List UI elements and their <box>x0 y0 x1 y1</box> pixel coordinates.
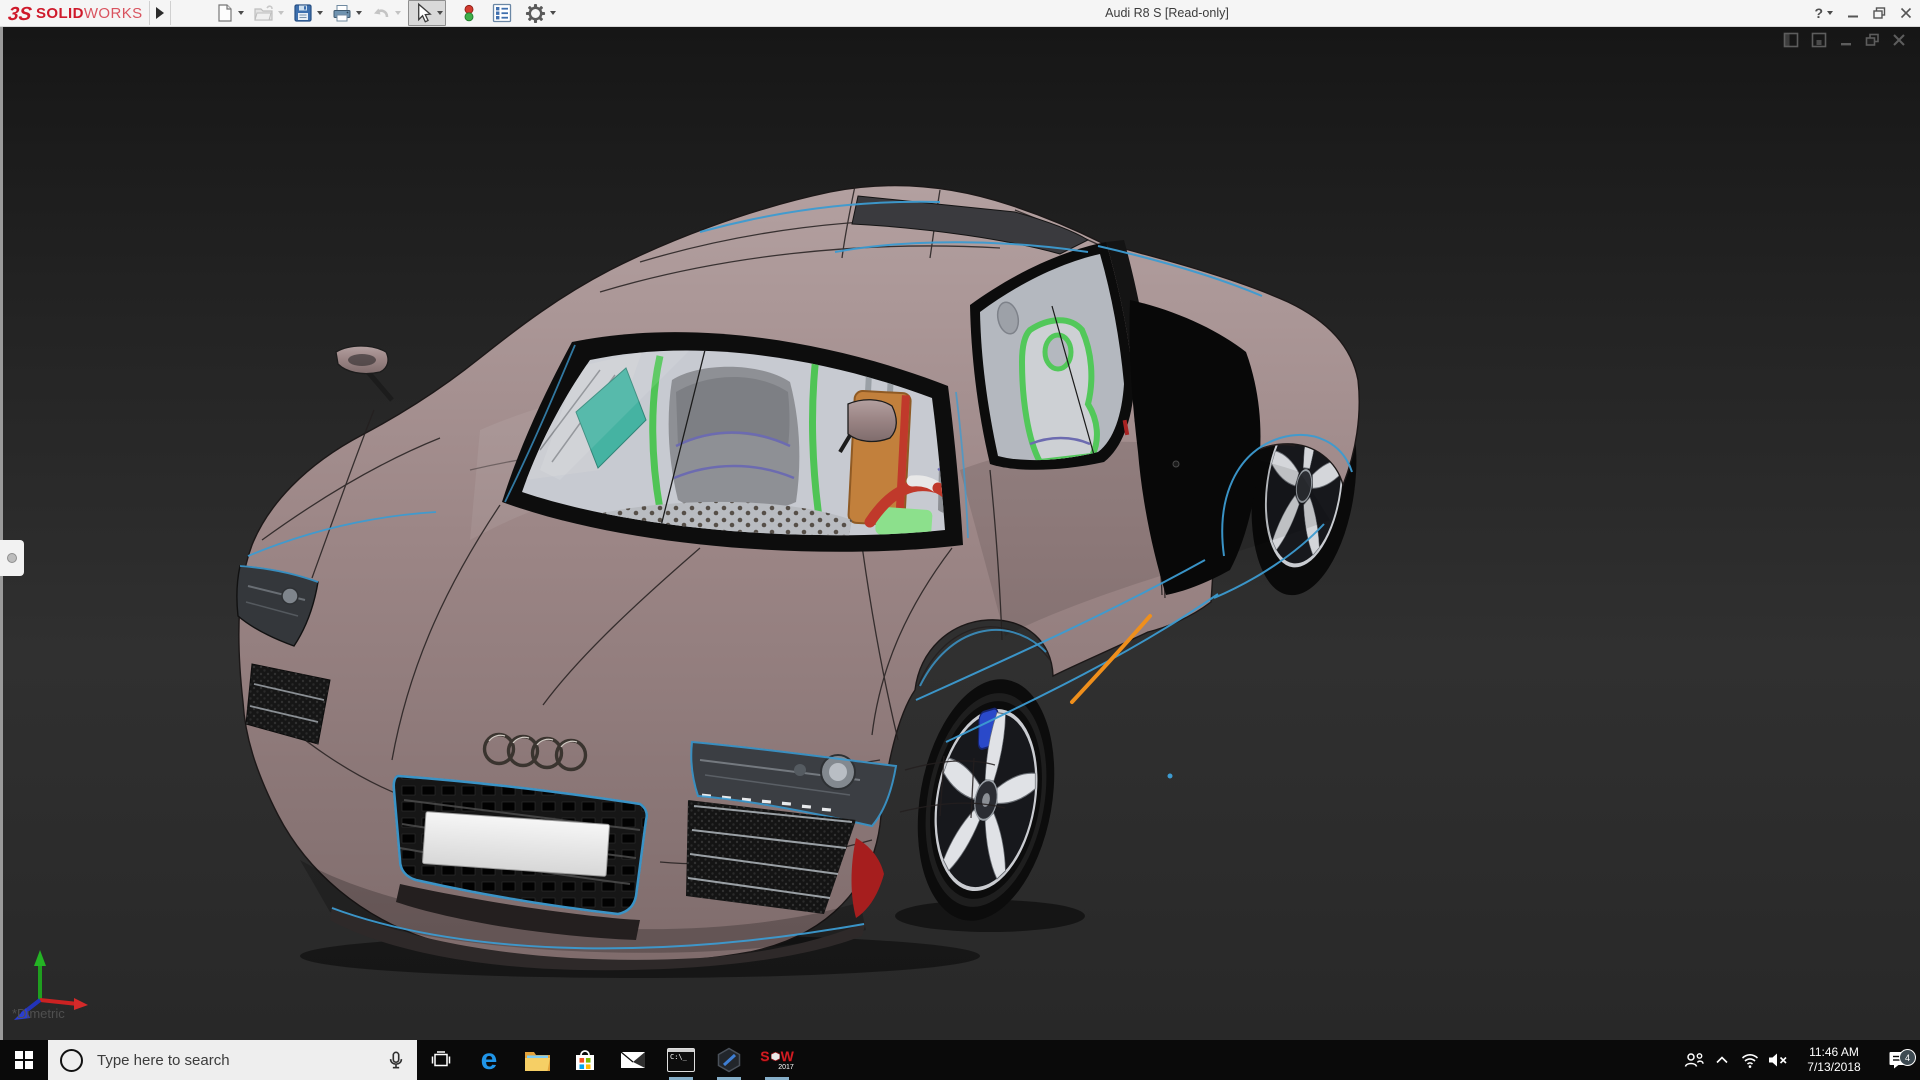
view-orientation-label: *Dimetric <box>12 1006 65 1021</box>
date: 7/13/2018 <box>1807 1060 1861 1074</box>
taskbar-search[interactable] <box>48 1040 417 1080</box>
clock[interactable]: 11:46 AM 7/13/2018 <box>1798 1045 1870 1075</box>
windows-taskbar: e C:\_ <box>0 1040 1920 1080</box>
taskbar-app-cmd[interactable]: C:\_ <box>657 1040 705 1080</box>
undo-button <box>369 2 403 24</box>
red-accent <box>851 838 884 918</box>
options-button[interactable] <box>523 2 558 25</box>
taskbar-app-hexagon[interactable] <box>705 1040 753 1080</box>
print-icon <box>333 5 351 22</box>
volume-button[interactable] <box>1764 1051 1792 1069</box>
undo-icon <box>374 8 389 18</box>
solidworks-mark-icon: 3S <box>8 4 33 24</box>
new-document-icon <box>218 4 232 22</box>
task-view-icon <box>431 1051 451 1067</box>
show-hidden-icons-button[interactable] <box>1708 1053 1736 1067</box>
solidworks-logo: 3S SOLIDWORKS <box>8 0 143 26</box>
taskbar-app-store[interactable] <box>561 1040 609 1080</box>
windows-logo-icon <box>15 1051 33 1069</box>
model-audi-r8[interactable] <box>0 26 1920 1040</box>
open-folder-icon <box>254 5 273 21</box>
wifi-icon <box>1741 1054 1759 1068</box>
taskbar-app-file-explorer[interactable] <box>513 1040 561 1080</box>
file-explorer-icon <box>524 1051 550 1071</box>
document-window-controls <box>1783 32 1906 48</box>
document-title: Audi R8 S [Read-only] <box>1105 6 1229 20</box>
start-button[interactable] <box>0 1040 48 1080</box>
action-center-button[interactable]: 4 <box>1876 1049 1920 1071</box>
save-button[interactable] <box>291 2 325 24</box>
x-axis-arrow <box>74 998 88 1010</box>
search-input[interactable] <box>95 1050 375 1070</box>
select-dropdown-caret[interactable] <box>437 11 443 15</box>
front-wheel[interactable] <box>900 668 1072 931</box>
pane-toggle-button[interactable] <box>1811 32 1827 48</box>
titlebar: 3S SOLIDWORKS Audi R8 S [Read-only] ? <box>0 0 1920 27</box>
command-prompt-icon: C:\_ <box>667 1048 695 1072</box>
svg-text:3S: 3S <box>8 4 33 24</box>
help-button[interactable]: ? <box>1814 5 1833 21</box>
doc-minimize-button[interactable] <box>1839 33 1853 47</box>
solidworks-2017-icon: S W 2017 <box>760 1048 794 1071</box>
expand-dot-icon <box>7 553 17 563</box>
solidworks-wordmark: SOLIDWORKS <box>36 4 143 22</box>
restore-button[interactable] <box>1873 7 1886 19</box>
open-dropdown-caret <box>278 11 284 15</box>
time: 11:46 AM <box>1809 1045 1859 1059</box>
taskbar-app-mail[interactable] <box>609 1040 657 1080</box>
options-dropdown-caret[interactable] <box>550 11 556 15</box>
file-properties-icon <box>492 3 512 23</box>
menu-flyout-button[interactable] <box>148 1 171 25</box>
rebuild-button[interactable] <box>457 2 481 24</box>
microphone-icon[interactable] <box>387 1050 405 1070</box>
select-cursor-icon <box>418 2 432 23</box>
people-icon <box>1684 1053 1704 1067</box>
people-button[interactable] <box>1680 1050 1708 1070</box>
taskbar-app-solidworks[interactable]: S W 2017 <box>753 1040 801 1080</box>
chevron-up-icon <box>1716 1056 1728 1064</box>
notification-badge: 4 <box>1899 1049 1916 1066</box>
left-mirror[interactable] <box>335 345 394 402</box>
task-view-button[interactable] <box>417 1040 465 1080</box>
door-lock <box>1172 460 1180 468</box>
print-dropdown-caret[interactable] <box>356 11 362 15</box>
new-dropdown-caret[interactable] <box>238 11 244 15</box>
save-dropdown-caret[interactable] <box>317 11 323 15</box>
save-floppy-icon <box>294 4 312 22</box>
hexagon-app-icon <box>717 1047 741 1073</box>
speaker-muted-icon <box>1769 1053 1787 1067</box>
doc-restore-button[interactable] <box>1865 33 1880 47</box>
mail-icon <box>620 1051 645 1068</box>
close-button[interactable] <box>1900 7 1912 19</box>
edge-icon: e <box>480 1043 498 1076</box>
window-controls: ? <box>1814 0 1912 26</box>
file-properties-button[interactable] <box>490 2 514 24</box>
doc-close-button[interactable] <box>1892 33 1906 47</box>
taskbar-app-edge[interactable]: e <box>465 1040 513 1080</box>
print-button[interactable] <box>330 2 364 24</box>
system-tray: 11:46 AM 7/13/2018 4 <box>1680 1040 1920 1080</box>
flyout-arrow-icon <box>155 7 164 19</box>
minimize-button[interactable] <box>1847 7 1859 19</box>
feature-manager-collapsed-tab[interactable] <box>0 540 24 576</box>
select-tool-button[interactable] <box>408 0 446 26</box>
undo-dropdown-caret <box>395 11 401 15</box>
store-icon <box>576 1050 594 1070</box>
options-gear-icon <box>525 3 546 23</box>
quick-access-toolbar <box>212 0 558 26</box>
network-button[interactable] <box>1736 1051 1764 1069</box>
y-axis-arrow <box>34 950 46 966</box>
graphics-viewport[interactable]: *Dimetric <box>0 26 1920 1040</box>
open-button[interactable] <box>251 2 286 24</box>
rebuild-traffic-light-icon <box>464 4 474 22</box>
help-dropdown-caret[interactable] <box>1827 11 1833 15</box>
new-document-button[interactable] <box>212 2 246 24</box>
cortana-icon <box>60 1048 83 1072</box>
panel-edge-strip <box>0 26 3 1040</box>
display-pane-button[interactable] <box>1783 32 1799 48</box>
